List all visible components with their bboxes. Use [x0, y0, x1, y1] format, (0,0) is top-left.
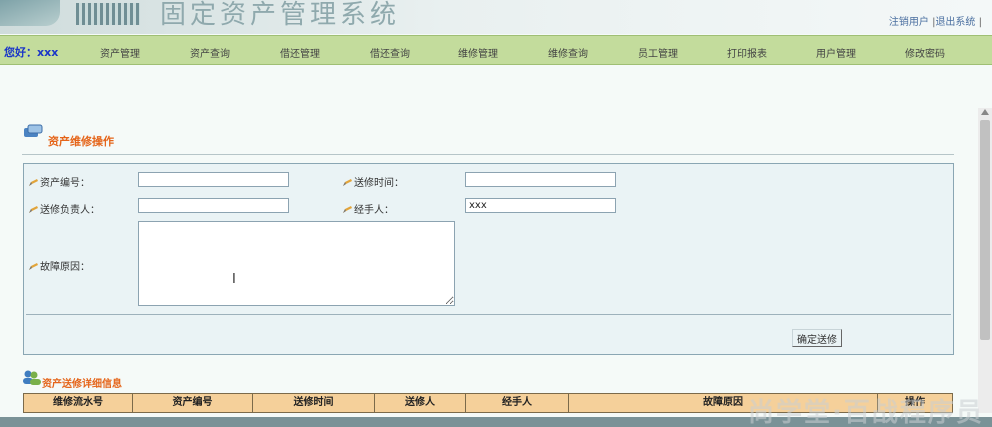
handler-input[interactable]: [465, 198, 616, 213]
user-greeting: 您好：xxx: [4, 46, 59, 59]
nav-asset-management[interactable]: 资产管理: [100, 45, 140, 60]
responsible-input[interactable]: [138, 198, 289, 213]
nav-borrow-management[interactable]: 借还管理: [280, 45, 320, 60]
users-icon: [23, 370, 41, 385]
scroll-up-arrow-icon[interactable]: [981, 109, 989, 115]
asset-no-label-text: 资产编号：: [40, 178, 90, 189]
app-header: 固定资产管理系统 注销用户 |退出系统 |: [0, 0, 992, 34]
fault-reason-textarea[interactable]: [138, 221, 455, 306]
pencil-icon: [343, 179, 352, 186]
text-cursor-icon: I: [232, 272, 236, 287]
handler-label: 经手人：: [342, 201, 394, 216]
section-divider: [22, 154, 954, 155]
responsible-label: 送修负责人：: [28, 201, 100, 216]
link-separator: |: [978, 17, 982, 28]
exit-system-link[interactable]: 退出系统: [935, 17, 975, 28]
nav-asset-query[interactable]: 资产查询: [190, 45, 230, 60]
nav-change-password[interactable]: 修改密码: [905, 45, 945, 60]
logo-graphic: [0, 0, 60, 26]
send-time-label: 送修时间：: [342, 174, 404, 189]
handler-label-text: 经手人：: [354, 205, 394, 216]
column-header: 资产编号: [133, 394, 253, 412]
fault-reason-label-text: 故障原因：: [40, 262, 90, 273]
nav-print-report[interactable]: 打印报表: [727, 45, 767, 60]
asset-no-label: 资产编号：: [28, 174, 90, 189]
column-header: 送修时间: [253, 394, 375, 412]
column-header: 经手人: [466, 394, 569, 412]
pencil-icon: [29, 206, 38, 213]
detail-section-title: 资产送修详细信息: [42, 379, 122, 390]
tools-icon: [24, 124, 43, 137]
send-time-label-text: 送修时间：: [354, 178, 404, 189]
send-time-input[interactable]: [465, 172, 616, 187]
column-header: 送修人: [375, 394, 466, 412]
vertical-scrollbar[interactable]: [978, 108, 992, 413]
nav-borrow-query[interactable]: 借还查询: [370, 45, 410, 60]
form-divider: [26, 314, 951, 315]
confirm-repair-button[interactable]: 确定送修: [792, 329, 842, 347]
header-links: 注销用户 |退出系统 |: [889, 13, 982, 28]
pencil-icon: [343, 206, 352, 213]
nav-repair-management[interactable]: 维修管理: [458, 45, 498, 60]
responsible-label-text: 送修负责人：: [40, 205, 100, 216]
section-title: 资产维修操作: [48, 135, 114, 148]
system-title: 固定资产管理系统: [160, 0, 401, 30]
watermark-text: 尚学堂·百战程序员: [748, 398, 984, 427]
repair-form: 资产编号： 送修时间： 送修负责人： 经手人： 故障原因： I 确定送修: [23, 163, 954, 355]
nav-user-management[interactable]: 用户管理: [816, 45, 856, 60]
building-logo: [76, 3, 140, 25]
nav-repair-query[interactable]: 维修查询: [548, 45, 588, 60]
main-nav: 您好：xxx 资产管理 资产查询 借还管理 借还查询 维修管理 维修查询 员工管…: [0, 35, 992, 65]
pencil-icon: [29, 179, 38, 186]
fault-reason-label: 故障原因：: [28, 258, 90, 273]
column-header: 维修流水号: [24, 394, 133, 412]
logout-user-link[interactable]: 注销用户: [889, 17, 929, 28]
nav-staff-management[interactable]: 员工管理: [638, 45, 678, 60]
pencil-icon: [29, 263, 38, 270]
asset-no-input[interactable]: [138, 172, 289, 187]
scroll-thumb[interactable]: [980, 120, 990, 340]
